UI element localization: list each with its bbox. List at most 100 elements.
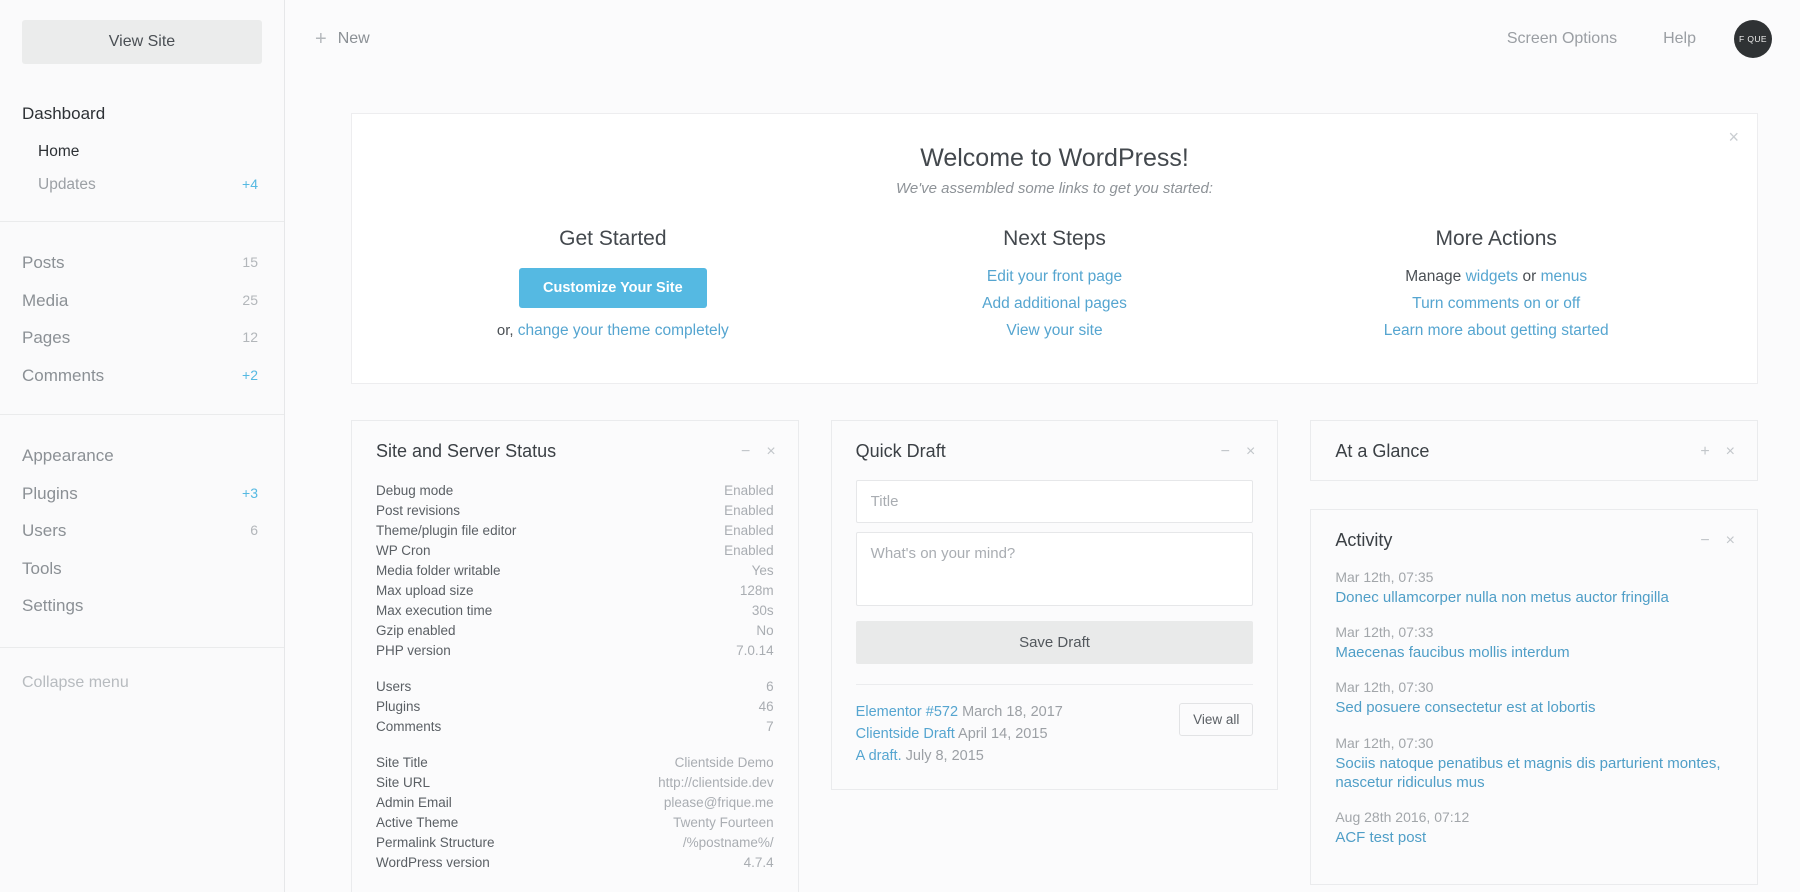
status-row: Users 6: [376, 676, 774, 696]
sidebar-item-updates[interactable]: Updates +4: [0, 168, 284, 201]
close-icon[interactable]: ×: [1726, 443, 1735, 460]
status-label: Site URL: [376, 774, 431, 790]
sidebar-item-users[interactable]: Users 6: [0, 512, 284, 550]
more-actions-link-label: Turn comments on or off: [1412, 295, 1581, 312]
manage-widgets-menus-row: Manage widgets or menus: [1275, 268, 1717, 286]
sidebar-item-count: 25: [242, 291, 258, 308]
dashboard-columns: Site and Server Status − × Debug mode Ena…: [351, 420, 1759, 892]
sidebar-item-plugins[interactable]: Plugins +3: [0, 475, 284, 513]
sidebar-item-comments[interactable]: Comments +2: [0, 357, 284, 395]
status-value: Clientside Demo: [674, 754, 774, 770]
status-row: Theme/plugin file editor Enabled: [376, 520, 774, 540]
view-all-button[interactable]: View all: [1179, 703, 1254, 736]
status-panel-actions: − ×: [741, 443, 776, 460]
expand-icon[interactable]: +: [1700, 443, 1709, 460]
welcome-title: Welcome to WordPress!: [920, 144, 1189, 172]
status-value: Yes: [751, 562, 774, 578]
activity-title-link[interactable]: ACF test post: [1335, 828, 1733, 847]
more-actions-link[interactable]: Turn comments on or off: [1275, 295, 1717, 313]
column-left: Site and Server Status − × Debug mode Ena…: [351, 420, 799, 892]
activity-time: Mar 12th, 07:35: [1335, 569, 1434, 585]
new-button[interactable]: + New: [315, 29, 370, 49]
screen-options-button[interactable]: Screen Options: [1507, 30, 1617, 48]
customize-your-site-button[interactable]: Customize Your Site: [519, 268, 707, 308]
customize-your-site-label: Customize Your Site: [543, 280, 683, 296]
sidebar-item-media[interactable]: Media 25: [0, 282, 284, 320]
sidebar-item-dashboard[interactable]: Dashboard: [0, 96, 284, 135]
more-actions-link[interactable]: Learn more about getting started: [1275, 322, 1717, 340]
status-row: Site URL http://clientside.dev: [376, 772, 774, 792]
plus-icon: +: [315, 28, 327, 50]
activity-item: Mar 12th, 07:35 Donec ullamcorper nulla n…: [1335, 569, 1733, 607]
status-row: Admin Email please@frique.me: [376, 792, 774, 812]
status-label: PHP version: [376, 642, 451, 658]
sidebar-item-settings[interactable]: Settings: [0, 587, 284, 625]
sidebar-item-count: +3: [242, 484, 258, 501]
quick-draft-header: Quick Draft − ×: [832, 421, 1278, 480]
sidebar-item-label: Plugins: [22, 483, 78, 503]
activity-title: Activity: [1335, 530, 1393, 550]
status-value: Enabled: [724, 522, 774, 538]
change-theme-link[interactable]: change your theme completely: [518, 322, 729, 339]
next-steps-link[interactable]: Add additional pages: [834, 295, 1276, 313]
status-label: Users: [376, 678, 412, 694]
draft-date: March 18, 2017: [958, 704, 1063, 720]
activity-title-link[interactable]: Sed posuere consectetur est at lobortis: [1335, 698, 1733, 717]
next-steps-link[interactable]: View your site: [834, 322, 1276, 340]
next-steps-links: Edit your front page Add additional pages…: [834, 268, 1276, 340]
help-button[interactable]: Help: [1663, 30, 1696, 48]
draft-title-link[interactable]: Clientside Draft: [856, 726, 955, 742]
minimize-icon[interactable]: −: [1700, 532, 1709, 549]
sidebar-item-appearance[interactable]: Appearance: [0, 437, 284, 475]
status-label: Plugins: [376, 698, 421, 714]
status-value: Enabled: [724, 542, 774, 558]
status-row: Active Theme Twenty Fourteen: [376, 812, 774, 832]
close-icon[interactable]: ×: [766, 443, 775, 460]
activity-time: Mar 12th, 07:30: [1335, 679, 1434, 696]
draft-title-link[interactable]: Elementor #572: [856, 704, 958, 720]
activity-title-link[interactable]: Sociis natoque penatibus et magnis dis p…: [1335, 754, 1733, 792]
at-a-glance-title: At a Glance: [1335, 441, 1430, 461]
sidebar-item-label: Posts: [22, 253, 65, 272]
draft-content-input[interactable]: [855, 532, 1254, 606]
status-row: Gzip enabled No: [376, 620, 774, 640]
widgets-link[interactable]: widgets: [1466, 268, 1519, 285]
close-icon[interactable]: ×: [1728, 128, 1739, 146]
close-icon[interactable]: ×: [1246, 443, 1255, 460]
view-site-button[interactable]: View Site: [22, 20, 262, 64]
save-draft-button[interactable]: Save Draft: [855, 621, 1254, 664]
status-value: 7.0.14: [736, 642, 774, 658]
draft-title-input[interactable]: [855, 480, 1254, 523]
sidebar-item-label: Updates: [38, 175, 96, 193]
status-row: Plugins 46: [376, 696, 774, 716]
collapse-menu-button[interactable]: Collapse menu: [0, 646, 284, 692]
sidebar-item-posts[interactable]: Posts 15: [0, 244, 284, 282]
activity-time: Mar 12th, 07:33: [1335, 624, 1434, 641]
status-group: Users 6 Plugins 46 Comments 7: [376, 676, 774, 736]
next-steps-link[interactable]: Edit your front page: [834, 268, 1276, 286]
minimize-icon[interactable]: −: [741, 443, 750, 460]
activity-title-link[interactable]: Maecenas faucibus mollis interdum: [1335, 643, 1733, 662]
status-label: Admin Email: [376, 794, 452, 810]
sidebar-item-home[interactable]: Home: [0, 135, 284, 168]
at-a-glance-header: At a Glance + ×: [1311, 421, 1757, 480]
next-steps-link-label: Add additional pages: [982, 295, 1127, 312]
close-icon[interactable]: ×: [1726, 532, 1735, 549]
draft-title-link[interactable]: A draft.: [856, 748, 902, 764]
menus-link[interactable]: menus: [1541, 268, 1588, 285]
status-label: Active Theme: [376, 814, 459, 830]
status-row: Max upload size 128m: [376, 580, 774, 600]
status-value: Enabled: [724, 482, 774, 498]
activity-panel: Activity − × Mar 12th, 07:35 Donec ullamc…: [1310, 509, 1759, 886]
sidebar-item-pages[interactable]: Pages 12: [0, 319, 284, 357]
status-value: 7: [766, 718, 774, 734]
welcome-column-more-actions: More Actions Manage widgets or menus Tur…: [1275, 227, 1717, 349]
minimize-icon[interactable]: −: [1221, 443, 1230, 460]
sidebar-item-tools[interactable]: Tools: [0, 550, 284, 588]
status-value: /%postname%/: [682, 834, 774, 850]
activity-title-link[interactable]: Donec ullamcorper nulla non metus auctor…: [1335, 588, 1733, 607]
quick-draft-panel: Quick Draft − × Save Draft Elementor: [830, 420, 1279, 791]
new-button-label: New: [337, 30, 370, 47]
sidebar-group: Posts 15 Media 25 Pages 12 Comments +2: [0, 221, 284, 414]
avatar[interactable]: F QUE: [1734, 20, 1772, 58]
